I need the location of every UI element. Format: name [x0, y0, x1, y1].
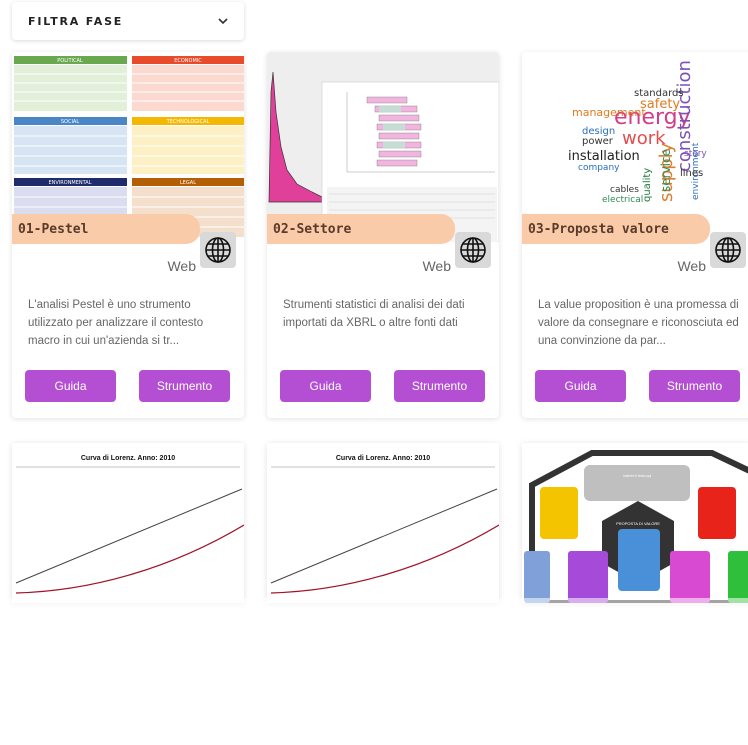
tool-button[interactable]: Strumento [394, 370, 485, 402]
tool-card-settore: 02-Settore Web Strumenti statistici di a… [267, 52, 499, 418]
globe-icon [710, 232, 746, 268]
tool-button[interactable]: Strumento [649, 370, 740, 402]
pestel-environmental-label: ENVIRONMENTAL [48, 180, 91, 186]
pestel-technological-label: TECHNOLOGICAL [166, 119, 210, 125]
pestel-economic-label: ECONOMIC [174, 58, 202, 64]
lorenz-chart-thumbnail: Curva di Lorenz. Anno: 2010 [12, 443, 244, 603]
tool-card-proposta-valore: energy construction supply work safety i… [522, 52, 748, 418]
pestel-legal-label: LEGAL [180, 180, 196, 186]
diagram-placeholder: Inserire il testo qui [623, 474, 652, 478]
chevron-down-icon [218, 18, 228, 25]
guide-button[interactable]: Guida [25, 370, 116, 402]
word-electrical: electrical [602, 195, 643, 205]
word-story: story [684, 149, 707, 159]
filter-label: FILTRA FASE [28, 14, 124, 28]
diagram-center-label: PROPOSTA DI VALORE [616, 521, 660, 526]
tool-button[interactable]: Strumento [139, 370, 230, 402]
tool-card-pestel: POLITICAL ECONOMIC SOCIAL TECHNOLOGICAL … [12, 52, 244, 418]
chart-title: Curva di Lorenz. Anno: 2010 [81, 455, 175, 462]
platform-label: Web [677, 258, 706, 274]
tool-card-value-diagram: SOCIETÀ Inserire il testo qui PROPOSTA D… [522, 443, 748, 603]
card-title: 03-Proposta valore [522, 214, 710, 244]
pestel-political-label: POLITICAL [57, 58, 83, 64]
word-installation: installation [568, 149, 640, 164]
platform-label: Web [422, 258, 451, 274]
word-service: service [659, 149, 673, 192]
tool-card-lorenz-1: Curva di Lorenz. Anno: 2010 [12, 443, 244, 603]
guide-button[interactable]: Guida [535, 370, 626, 402]
globe-icon [455, 232, 491, 268]
word-quality: quality [642, 168, 653, 202]
pestel-social-label: SOCIAL [61, 119, 79, 125]
globe-icon [200, 232, 236, 268]
word-lines: lines [680, 168, 703, 179]
platform-label: Web [167, 258, 196, 274]
value-diagram-thumbnail: SOCIETÀ Inserire il testo qui PROPOSTA D… [522, 443, 748, 603]
word-company: company [578, 163, 620, 173]
word-power: power [582, 136, 614, 147]
word-design: design [582, 126, 615, 137]
word-management: management [572, 106, 646, 119]
card-description: L'analisi Pestel è uno strumento utilizz… [28, 299, 204, 347]
word-cables: cables [610, 185, 639, 195]
card-description: La value proposition è una promessa di v… [538, 299, 739, 347]
tool-card-lorenz-2: Curva di Lorenz. Anno: 2010 [267, 443, 499, 603]
card-title: 02-Settore [267, 214, 455, 244]
word-safety: safety [640, 97, 680, 112]
word-standards: standards [634, 88, 684, 99]
lorenz-chart-thumbnail: Curva di Lorenz. Anno: 2010 [267, 443, 499, 603]
filter-phase-dropdown[interactable]: FILTRA FASE [12, 2, 244, 40]
chart-title: Curva di Lorenz. Anno: 2010 [336, 455, 430, 462]
diagram-top-label: SOCIETÀ [629, 457, 647, 462]
card-description: Strumenti statistici di analisi dei dati… [283, 299, 465, 329]
guide-button[interactable]: Guida [280, 370, 371, 402]
card-title: 01-Pestel [12, 214, 200, 244]
reflection-overlay [0, 598, 748, 745]
word-work: work [622, 128, 666, 149]
